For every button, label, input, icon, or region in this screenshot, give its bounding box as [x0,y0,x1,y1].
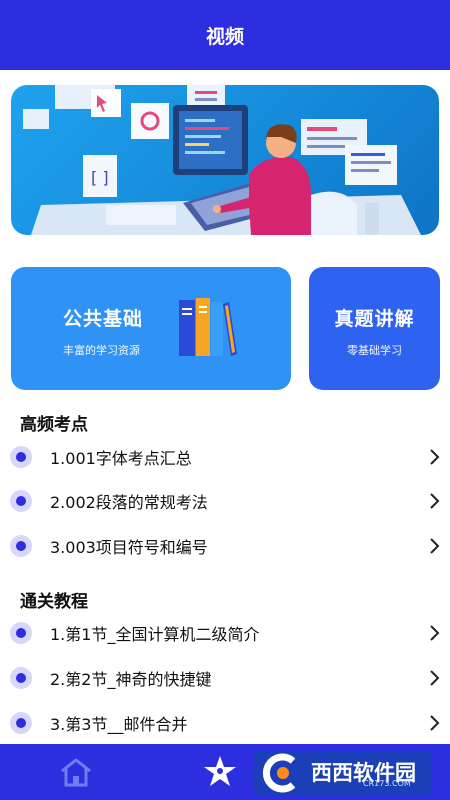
list-item-label: 2.第2节_神奇的快捷键 [50,670,212,689]
exam-explain-card[interactable]: 真题讲解 零基础学习 [309,267,440,390]
list-item-label: 3.003项目符号和编号 [50,538,208,557]
banner-illustration: [ ] [23,85,421,235]
list-item[interactable]: 2.第2节_神奇的快捷键 [0,656,450,700]
books-icon [179,298,237,356]
home-icon [61,758,91,787]
chevron-right-icon [430,538,440,554]
tab-home[interactable] [56,752,96,792]
list-item-label: 3.第3节__邮件合并 [50,715,188,734]
cube-icon [55,85,121,117]
app-header: 视频 [0,0,450,70]
chevron-right-icon [430,449,440,465]
public-basics-subtitle: 丰富的学习资源 [63,344,140,357]
public-basics-title: 公共基础 [63,308,144,330]
banner-image[interactable]: [ ] [11,85,439,235]
watermark-c-icon [262,753,296,793]
list-item-label: 1.第1节_全国计算机二级简介 [50,625,260,644]
bullet-icon [10,446,32,468]
list-item[interactable]: 3.第3节__邮件合并 [0,701,450,745]
list-item-label: 1.001字体考点汇总 [50,449,192,468]
chevron-right-icon [430,715,440,731]
list-item[interactable]: 3.003项目符号和编号 [0,524,450,568]
bullet-icon [10,712,32,734]
exam-explain-subtitle: 零基础学习 [347,344,402,357]
chevron-right-icon [430,670,440,686]
section-title-tutorial: 通关教程 [20,592,88,612]
chevron-right-icon [430,493,440,509]
star-person-icon [204,756,236,786]
page-title: 视频 [205,25,244,48]
section-title-high-frequency: 高频考点 [20,415,88,435]
exam-explain-title: 真题讲解 [334,308,415,330]
monitor [173,105,248,175]
list-item[interactable]: 1.第1节_全国计算机二级简介 [0,611,450,655]
list-item-label: 2.002段落的常规考法 [50,493,208,512]
bullet-icon [10,667,32,689]
chevron-right-icon [430,625,440,641]
svg-text:[ ]: [ ] [91,168,109,187]
watermark-subtext: CR173.COM [363,779,411,788]
public-basics-card[interactable]: 公共基础 丰富的学习资源 [11,267,291,390]
watermark-logo: 西西软件园 CR173.COM [253,751,431,795]
tab-study[interactable] [200,752,240,792]
list-item[interactable]: 1.001字体考点汇总 [0,435,450,479]
list-item[interactable]: 2.002段落的常规考法 [0,479,450,523]
bullet-icon [10,535,32,557]
gear-card [131,103,169,139]
bullet-icon [10,490,32,512]
bullet-icon [10,622,32,644]
